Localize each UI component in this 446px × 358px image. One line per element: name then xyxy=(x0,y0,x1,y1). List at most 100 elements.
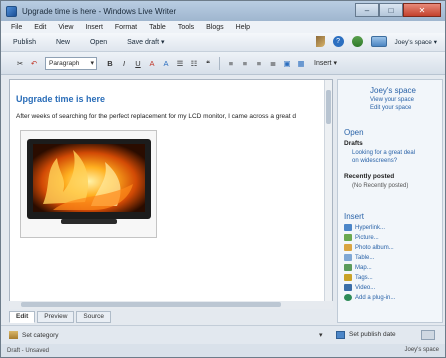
edit-space-link[interactable]: Edit your space xyxy=(370,105,411,111)
writer-app-icon xyxy=(6,5,17,17)
justify-icon[interactable]: ≣ xyxy=(266,59,280,68)
menu-insert[interactable]: Insert xyxy=(85,24,103,31)
view-space-link[interactable]: View your space xyxy=(370,97,414,103)
set-category-field[interactable]: Set category xyxy=(22,332,59,339)
menu-table[interactable]: Table xyxy=(149,24,166,31)
bullet-list-icon[interactable]: ☷ xyxy=(187,59,201,68)
draft-item-line1[interactable]: Looking for a great deal xyxy=(352,150,415,156)
tab-source[interactable]: Source xyxy=(76,311,112,323)
insert-map-label: Map... xyxy=(355,264,372,271)
insert-map[interactable]: Map... xyxy=(344,264,372,271)
paragraph-style-select[interactable]: Paragraph xyxy=(45,56,97,70)
insert-tags-label: Tags... xyxy=(355,274,373,281)
highlight-icon[interactable]: A xyxy=(159,59,173,68)
align-left-icon[interactable]: ≡ xyxy=(224,59,238,68)
italic-button[interactable]: I xyxy=(117,59,131,68)
post-image[interactable] xyxy=(20,130,157,238)
tags-icon xyxy=(344,274,352,281)
open-button[interactable]: Open xyxy=(90,39,107,46)
insert-hyperlink-label: Hyperlink... xyxy=(355,224,386,231)
properties-toggle-icon[interactable] xyxy=(421,330,435,340)
status-bar: Draft - Unsaved Joey's space xyxy=(1,344,445,357)
insert-image-icon[interactable]: ▣ xyxy=(280,59,294,68)
undo-icon[interactable]: ↶ xyxy=(27,59,41,68)
title-bar[interactable]: Upgrade time is here - Windows Live Writ… xyxy=(1,1,445,21)
new-button[interactable]: New xyxy=(56,39,70,46)
insert-dropdown[interactable]: Insert ▾ xyxy=(314,59,337,67)
recently-posted-empty: (No Recently posted) xyxy=(352,183,409,189)
window-controls: – □ ✕ xyxy=(355,3,441,17)
flame-screen xyxy=(33,144,145,212)
app-window: Upgrade time is here - Windows Live Writ… xyxy=(0,0,446,358)
insert-table[interactable]: Table... xyxy=(344,254,374,261)
tab-preview[interactable]: Preview xyxy=(37,311,75,323)
profile-picture-icon[interactable] xyxy=(370,36,387,47)
add-plugin[interactable]: Add a plug-in... xyxy=(344,294,395,301)
insert-video[interactable]: Video... xyxy=(344,284,375,291)
add-plugin-label: Add a plug-in... xyxy=(355,294,396,301)
editor-vertical-scrollbar[interactable] xyxy=(324,80,332,308)
command-toolbar: Publish New Open Save draft ▾ ? Joey's s… xyxy=(1,33,445,52)
insert-table-label: Table... xyxy=(355,254,375,261)
monitor-image xyxy=(27,139,151,219)
cut-icon[interactable]: ✂ xyxy=(13,59,27,68)
underline-button[interactable]: U xyxy=(131,59,145,68)
editor-horizontal-scrollbar[interactable] xyxy=(9,301,333,309)
close-button[interactable]: ✕ xyxy=(403,3,441,17)
maximize-button[interactable]: □ xyxy=(379,3,403,17)
people-icon[interactable] xyxy=(351,36,363,47)
draft-item-line2[interactable]: on widescreens? xyxy=(352,158,397,164)
hyperlink-icon xyxy=(344,224,352,231)
align-center-icon[interactable]: ≡ xyxy=(238,59,252,68)
plugin-icon xyxy=(344,294,352,301)
photo-album-icon xyxy=(344,244,352,251)
draft-status: Draft - Unsaved xyxy=(7,347,50,354)
insert-table-icon[interactable]: ▦ xyxy=(294,59,308,68)
set-publish-date-field[interactable]: Set publish date xyxy=(349,331,396,338)
tab-edit[interactable]: Edit xyxy=(9,311,36,323)
post-editor[interactable]: Upgrade time is here After weeks of sear… xyxy=(9,79,333,309)
post-body-text[interactable]: After weeks of searching for the perfect… xyxy=(16,113,296,120)
view-tabs: Edit Preview Source xyxy=(9,311,112,323)
post-title[interactable]: Upgrade time is here xyxy=(16,94,105,104)
drafts-heading: Drafts xyxy=(344,140,363,147)
pen-icon[interactable] xyxy=(315,36,325,47)
video-icon xyxy=(344,284,352,291)
status-space-name: Joey's space xyxy=(404,347,440,353)
help-icon[interactable]: ? xyxy=(332,36,344,47)
insert-photo-album-label: Photo album... xyxy=(355,244,394,251)
sidebar-space-name[interactable]: Joey's space xyxy=(370,86,416,95)
recently-posted-heading: Recently posted xyxy=(344,173,395,180)
menu-edit[interactable]: Edit xyxy=(34,24,46,31)
flame-graphic xyxy=(33,144,145,212)
publish-button[interactable]: Publish xyxy=(13,39,36,46)
align-right-icon[interactable]: ≡ xyxy=(252,59,266,68)
menu-help[interactable]: Help xyxy=(236,24,250,31)
paragraph-style-value: Paragraph xyxy=(49,59,80,67)
sidebar-open-title: Open xyxy=(344,128,364,137)
format-toolbar: ✂ ↶ Paragraph B I U A A ☰ ☷ ❝ ≡ ≡ ≡ ≣ ▣ … xyxy=(1,52,445,75)
insert-picture[interactable]: Picture... xyxy=(344,234,379,241)
bold-button[interactable]: B xyxy=(103,59,117,68)
monitor-stand xyxy=(61,219,117,224)
menu-blogs[interactable]: Blogs xyxy=(206,24,224,31)
insert-tags[interactable]: Tags... xyxy=(344,274,373,281)
blockquote-icon[interactable]: ❝ xyxy=(201,59,215,68)
vertical-scroll-thumb[interactable] xyxy=(326,90,331,124)
insert-hyperlink[interactable]: Hyperlink... xyxy=(344,224,385,231)
menu-view[interactable]: View xyxy=(58,24,73,31)
minimize-button[interactable]: – xyxy=(355,3,379,17)
horizontal-scroll-thumb[interactable] xyxy=(21,302,281,307)
sidebar: Joey's space View your space Edit your s… xyxy=(337,79,443,323)
properties-bar: Set category ▾ Set publish date xyxy=(1,325,445,344)
save-draft-button[interactable]: Save draft ▾ xyxy=(127,38,164,46)
menu-file[interactable]: File xyxy=(11,24,22,31)
insert-photo-album[interactable]: Photo album... xyxy=(344,244,394,251)
numbered-list-icon[interactable]: ☰ xyxy=(173,59,187,68)
menu-format[interactable]: Format xyxy=(115,24,137,31)
category-dropdown-arrow[interactable]: ▾ xyxy=(319,331,323,339)
blog-space-dropdown[interactable]: Joey's space ▾ xyxy=(395,38,437,46)
category-icon xyxy=(9,331,18,339)
menu-tools[interactable]: Tools xyxy=(178,24,194,31)
font-color-button[interactable]: A xyxy=(145,59,159,68)
